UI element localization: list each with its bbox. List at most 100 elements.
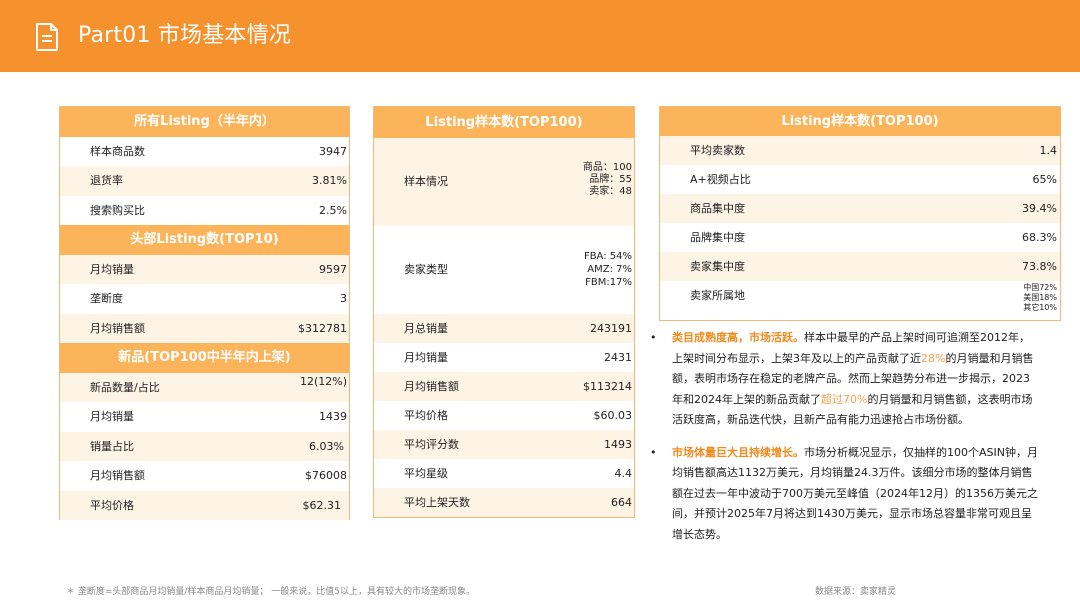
row-label: 平均卖家数 xyxy=(690,144,745,157)
row-label: 平均价格 xyxy=(90,498,134,512)
seller-type-line: FBA: 54% xyxy=(583,251,632,262)
page-title: Part01 市场基本情况 xyxy=(78,23,292,48)
row-value: 243191 xyxy=(590,322,632,335)
sample-line: 商品：100 xyxy=(582,162,632,173)
row-label: 平均星级 xyxy=(404,467,448,480)
row-label: 平均上架天数 xyxy=(404,496,470,509)
table-row: 品牌集中度 68.3% xyxy=(660,223,1060,252)
table-row: 新品数量/占比 12(12%) xyxy=(60,372,349,402)
table-row: 平均卖家数 1.4 xyxy=(660,136,1060,165)
row-label: 月均销量 xyxy=(90,410,134,423)
table-row: 退货率 3.81% xyxy=(60,166,349,196)
row-label: 月均销售额 xyxy=(404,380,459,393)
row-label: 卖家类型 xyxy=(404,263,448,276)
row-value: 3 xyxy=(340,292,347,305)
row-value: 664 xyxy=(611,496,632,509)
row-label: 月均销量 xyxy=(90,262,134,276)
table-row: 卖家集中度 73.8% xyxy=(660,252,1060,281)
table-row: 平均上架天数 664 xyxy=(374,488,634,517)
table-row: 月均销售额 $76008 xyxy=(60,461,349,491)
row-value: 3.81% xyxy=(312,174,347,187)
table-row: 商品集中度 39.4% xyxy=(660,194,1060,223)
seller-stats-card: Listing样本数(TOP100) 平均卖家数 1.4 A+视频占比 65% 商品… xyxy=(659,106,1061,321)
table-row: 销量占比 6.03% xyxy=(60,431,349,461)
row-value: 65% xyxy=(1032,173,1057,186)
section-heading-all-listing: 所有Listing（半年内） xyxy=(60,107,349,137)
table-row: 月均销售额 $113214 xyxy=(374,372,634,401)
bullet-dot: • xyxy=(650,331,657,344)
table-row: 平均价格 $62.31 xyxy=(60,490,349,520)
sample-line: 卖家：48 xyxy=(589,186,632,197)
card-heading: Listing样本数(TOP100) xyxy=(374,107,634,138)
bullet-number: 超过70% xyxy=(821,392,868,406)
row-value: 2431 xyxy=(604,351,632,364)
row-label: 样本商品数 xyxy=(90,144,145,158)
seller-type-line: FBM:17% xyxy=(585,277,632,288)
row-value: $312781 xyxy=(298,321,347,335)
table-row: 平均价格 $60.03 xyxy=(374,401,634,430)
row-value: 1.4 xyxy=(1039,144,1058,157)
table-row: 月总销量 243191 xyxy=(374,314,634,343)
origin-line: 美国18% xyxy=(1023,293,1057,302)
row-value: 39.4% xyxy=(1022,202,1057,215)
document-icon xyxy=(36,23,58,51)
table-row: 垄断度 3 xyxy=(60,284,349,314)
row-value: 3947 xyxy=(319,144,347,158)
bullet-market-maturity: • 类目成熟度高，市场活跃。样本中最早的产品上架时间可追溯至2012年，上架时间分… xyxy=(648,328,1040,431)
bullet-highlight: 类目成熟度高，市场活跃。 xyxy=(672,331,804,344)
row-value: $76008 xyxy=(305,469,347,482)
sample-breakdown: 商品：100 品牌：55 卖家：48 xyxy=(583,162,632,198)
row-label: 月均销售额 xyxy=(90,469,145,482)
header-bar: Part01 市场基本情况 xyxy=(0,0,1080,72)
row-value: 9597 xyxy=(319,262,347,276)
row-label: 样本情况 xyxy=(404,175,448,188)
table-row-sample: 样本情况 商品：100 品牌：55 卖家：48 xyxy=(374,138,634,226)
row-label: 品牌集中度 xyxy=(690,231,745,244)
row-value: 6.03% xyxy=(309,439,344,453)
row-value: 1493 xyxy=(604,438,632,451)
row-value: 12(12%) xyxy=(299,374,347,388)
table-row: 月均销量 1439 xyxy=(60,402,349,432)
row-label: 商品集中度 xyxy=(690,202,745,215)
row-label: A+视频占比 xyxy=(690,173,751,186)
row-label: 卖家集中度 xyxy=(690,260,745,273)
row-value: $60.03 xyxy=(593,409,633,422)
row-label: 销量占比 xyxy=(90,439,134,453)
table-row: 平均评分数 1493 xyxy=(374,430,634,459)
section-heading-top10: 头部Listing数(TOP10) xyxy=(60,225,349,255)
row-value: 2.5% xyxy=(319,203,347,217)
table-row: A+视频占比 65% xyxy=(660,165,1060,194)
analysis-bullets: • 类目成熟度高，市场活跃。样本中最早的产品上架时间可追溯至2012年，上架时间分… xyxy=(648,328,1040,557)
bullet-text: 市场分析概况显示，仅抽样的100个ASIN钟，月均销售额高达1132万美元，月均… xyxy=(672,445,1038,541)
table-row: 月均销量 9597 xyxy=(60,254,349,284)
origin-line: 其它10% xyxy=(1023,303,1057,312)
bullet-number: 28% xyxy=(921,351,946,365)
bullet-market-size: • 市场体量巨大且持续增长。市场分析概况显示，仅抽样的100个ASIN钟，月均销售… xyxy=(648,443,1040,546)
data-source: 数据来源：卖家精灵 xyxy=(815,587,897,597)
row-value: 68.3% xyxy=(1022,231,1057,244)
table-row: 月均销售额 $312781 xyxy=(60,313,349,343)
row-label: 平均评分数 xyxy=(404,438,459,451)
origin-line: 中国72% xyxy=(1023,283,1057,292)
footnote: ＊ 垄断度=头部商品月均销量/样本商品月均销量； 一般来说，比值5以上，具有较大… xyxy=(66,587,476,597)
all-listing-card: 所有Listing（半年内） 样本商品数 3947 退货率 3.81% 搜索购买比 2… xyxy=(59,106,350,520)
table-row-seller-type: 卖家类型 FBA: 54% AMZ: 7% FBM:17% xyxy=(374,226,634,314)
table-row: 平均星级 4.4 xyxy=(374,459,634,488)
row-value: 73.8% xyxy=(1022,260,1057,273)
listing-sample-card: Listing样本数(TOP100) 样本情况 商品：100 品牌：55 卖家：… xyxy=(373,106,635,518)
row-label: 月均销量 xyxy=(404,351,448,364)
row-label: 退货率 xyxy=(90,174,123,187)
seller-origin-breakdown: 中国72% 美国18% 其它10% xyxy=(1023,283,1057,313)
row-label: 平均价格 xyxy=(404,409,448,422)
row-label: 卖家所属地 xyxy=(690,289,745,302)
seller-type-breakdown: FBA: 54% AMZ: 7% FBM:17% xyxy=(584,250,632,289)
seller-type-line: AMZ: 7% xyxy=(587,264,632,275)
row-label: 搜索购买比 xyxy=(90,203,145,217)
sample-line: 品牌：55 xyxy=(589,174,632,185)
row-value: 4.4 xyxy=(614,467,633,480)
row-value: 1439 xyxy=(319,410,347,423)
row-value: $113214 xyxy=(583,380,632,393)
card-heading: Listing样本数(TOP100) xyxy=(660,107,1060,136)
row-label: 月均销售额 xyxy=(90,321,145,335)
table-row: 样本商品数 3947 xyxy=(60,137,349,167)
